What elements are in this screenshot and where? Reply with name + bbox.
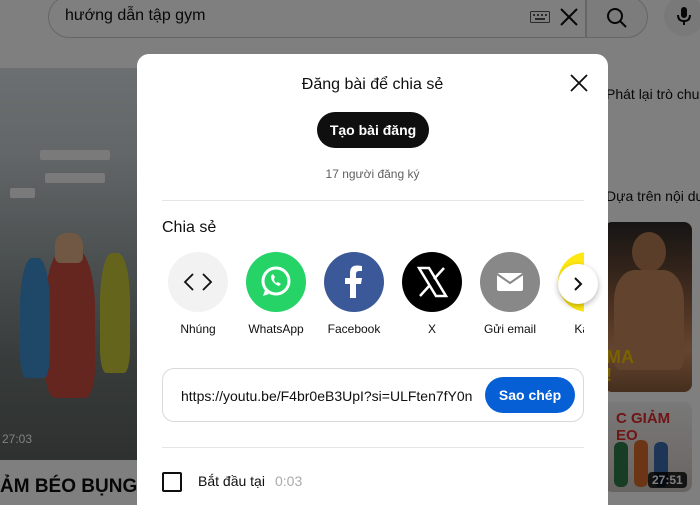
copy-button[interactable]: Sao chép — [485, 377, 575, 413]
divider — [162, 200, 584, 201]
email-icon — [480, 252, 540, 312]
post-to-share-title: Đăng bài để chia sẻ — [301, 76, 444, 93]
share-link-input[interactable]: https://youtu.be/F4br0eB3UpI?si=ULFten7f… — [181, 388, 477, 404]
share-dialog: Đăng bài để chia sẻ Tạo bài đăng 17 ngườ… — [137, 54, 608, 505]
share-label: Gửi email — [483, 322, 537, 336]
share-whatsapp[interactable]: WhatsApp — [240, 252, 312, 336]
share-link-box: https://youtu.be/F4br0eB3UpI?si=ULFten7f… — [162, 368, 584, 422]
share-x[interactable]: X — [396, 252, 468, 336]
start-at-label: Bắt đầu tại — [198, 473, 265, 489]
share-label: Nhúng — [180, 322, 216, 336]
share-email[interactable]: Gửi email — [474, 252, 546, 336]
whatsapp-icon — [246, 252, 306, 312]
share-options-row: Nhúng WhatsApp Facebook X Gửi email K — [162, 252, 584, 342]
share-label: Kaka — [574, 322, 584, 336]
share-embed[interactable]: Nhúng — [162, 252, 234, 336]
chevron-right-icon — [574, 277, 583, 291]
divider — [162, 447, 584, 448]
facebook-icon — [324, 252, 384, 312]
embed-icon — [168, 252, 228, 312]
x-icon — [402, 252, 462, 312]
share-label: X — [427, 322, 436, 336]
start-at-checkbox[interactable] — [162, 472, 182, 492]
subscriber-count: 17 người đăng ký — [325, 167, 420, 181]
share-label: Facebook — [327, 322, 381, 336]
share-label: WhatsApp — [248, 322, 304, 336]
share-facebook[interactable]: Facebook — [318, 252, 390, 336]
share-next-button[interactable] — [558, 264, 598, 304]
start-at-time-input[interactable]: 0:03 — [275, 473, 302, 489]
create-post-button[interactable]: Tạo bài đăng — [317, 112, 429, 148]
share-heading: Chia sẻ — [162, 219, 217, 236]
